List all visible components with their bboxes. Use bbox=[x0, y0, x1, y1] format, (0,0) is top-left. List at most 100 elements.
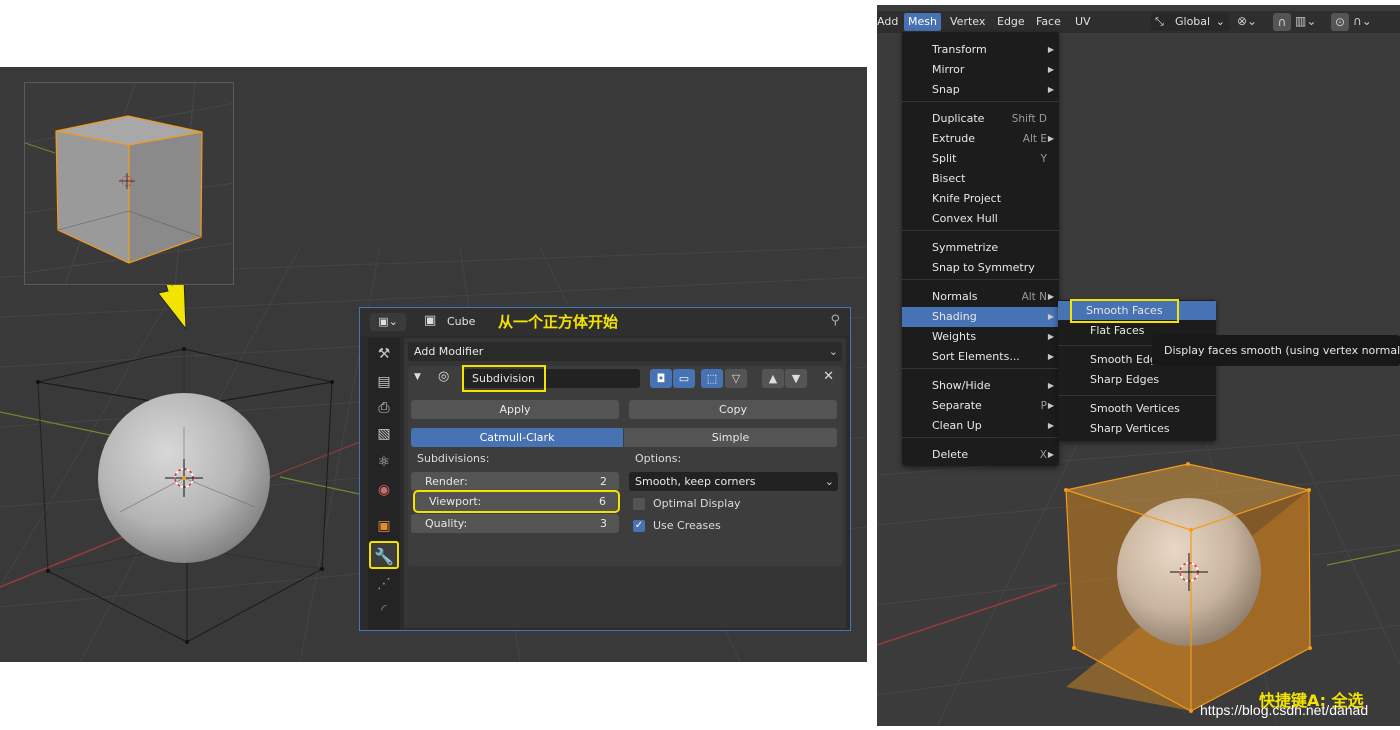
menu-vertex[interactable]: Vertex bbox=[946, 13, 989, 31]
tab-simple[interactable]: Simple bbox=[624, 428, 837, 447]
mesh-menu-item-snap-to-symmetry[interactable]: Snap to Symmetry bbox=[902, 258, 1059, 278]
smooth-faces-label: Smooth Faces bbox=[1070, 299, 1179, 323]
camera-render-icon[interactable]: ◘ bbox=[650, 369, 672, 388]
left-viewport[interactable]: ▣⌄ ▣ Cube 从一个正方体开始 ⚲ ⚒ ▤ ⎙ ▧ ⚛ ◉ ▣ 🔧 ⋰ ◜… bbox=[0, 67, 867, 662]
snap-element-icon[interactable]: ▥⌄ bbox=[1295, 14, 1316, 28]
quality-value: 3 bbox=[600, 517, 607, 530]
mesh-menu-item-mirror[interactable]: Mirror ▶ bbox=[902, 60, 1059, 80]
mesh-menu-item-snap[interactable]: Snap ▶ bbox=[902, 80, 1059, 100]
view-layer-tab-icon[interactable]: ▧ bbox=[374, 424, 394, 444]
copy-button[interactable]: Copy bbox=[629, 400, 837, 419]
properties-panel: ▣⌄ ▣ Cube 从一个正方体开始 ⚲ ⚒ ▤ ⎙ ▧ ⚛ ◉ ▣ 🔧 ⋰ ◜… bbox=[359, 307, 851, 631]
mesh-menu-item-convex-hull[interactable]: Convex Hull bbox=[902, 209, 1059, 229]
monitor-viewport-icon[interactable]: ▭ bbox=[673, 369, 695, 388]
on-cage-icon[interactable]: ▽ bbox=[725, 369, 747, 388]
cube-annotation: 从一个正方体开始 bbox=[498, 313, 619, 331]
uv-smooth-dropdown[interactable]: Smooth, keep corners ⌄ bbox=[629, 472, 838, 491]
modifier-name-field[interactable]: Subdivision bbox=[462, 365, 640, 392]
sharp-edges-item[interactable]: Sharp Edges bbox=[1058, 370, 1216, 389]
menu-mesh[interactable]: Mesh bbox=[904, 13, 941, 31]
object-tab-icon[interactable]: ▣ bbox=[374, 516, 394, 536]
add-modifier-label: Add Modifier bbox=[414, 345, 484, 358]
mesh-menu-item-extrude[interactable]: Extrude Alt E ▶ bbox=[902, 129, 1059, 149]
submenu-arrow-icon: ▶ bbox=[1047, 332, 1054, 341]
proportional-edit-icon[interactable]: ⊙ bbox=[1331, 13, 1349, 31]
uv-smooth-label: Smooth, keep corners bbox=[635, 475, 756, 488]
render-value: 2 bbox=[600, 475, 607, 488]
menu-item-label: Mirror bbox=[932, 63, 965, 76]
world-tab-icon[interactable]: ◉ bbox=[374, 480, 394, 500]
transform-orientation-dropdown[interactable]: ⤡ Global ⌄ bbox=[1151, 13, 1229, 31]
modifier-name: Subdivision bbox=[462, 365, 546, 392]
viewport-levels-field[interactable]: Viewport: 6 bbox=[413, 490, 620, 513]
tooltip: Display faces smooth (using vertex norma… bbox=[1152, 335, 1400, 366]
separator bbox=[902, 101, 1059, 102]
modifier-wrench-tab-icon[interactable]: 🔧 bbox=[369, 541, 399, 569]
editor-type-icon[interactable]: ▣⌄ bbox=[370, 313, 406, 331]
cube-preview-image bbox=[25, 83, 233, 284]
mesh-menu-item-show-hide[interactable]: Show/Hide ▶ bbox=[902, 376, 1059, 396]
move-down-icon[interactable]: ▼ bbox=[785, 369, 807, 388]
scene-tab-icon[interactable]: ⚛ bbox=[374, 452, 394, 472]
menu-add[interactable]: Add bbox=[877, 13, 902, 31]
mesh-menu-item-normals[interactable]: Normals Alt N ▶ bbox=[902, 287, 1059, 307]
edit-mode-icon[interactable]: ⬚ bbox=[701, 369, 723, 388]
quality-field[interactable]: Quality: 3 bbox=[411, 514, 619, 533]
sharp-vertices-item[interactable]: Sharp Vertices bbox=[1058, 419, 1216, 438]
render-tab-icon[interactable]: ▤ bbox=[374, 372, 394, 392]
right-viewport[interactable]: Add Mesh Vertex Edge Face UV ⤡ Global ⌄ … bbox=[877, 5, 1400, 726]
separator bbox=[902, 368, 1059, 369]
apply-button[interactable]: Apply bbox=[411, 400, 619, 419]
menu-item-label: Split bbox=[932, 152, 957, 165]
physics-tab-icon[interactable]: ◜ bbox=[374, 600, 394, 620]
use-creases-checkbox[interactable]: ✓ bbox=[633, 520, 645, 532]
collapse-triangle-icon[interactable]: ▼ bbox=[414, 372, 421, 382]
mesh-menu-item-sort-elements[interactable]: Sort Elements... ▶ bbox=[902, 347, 1059, 367]
add-modifier-dropdown[interactable]: Add Modifier ⌄ bbox=[408, 342, 842, 361]
separator bbox=[902, 279, 1059, 280]
mesh-menu-item-split[interactable]: Split Y bbox=[902, 149, 1059, 169]
modifier-type-icon: ◎ bbox=[438, 369, 450, 384]
mesh-menu-item-clean-up[interactable]: Clean Up ▶ bbox=[902, 416, 1059, 436]
menu-item-label: Knife Project bbox=[932, 192, 1002, 205]
mesh-menu-item-weights[interactable]: Weights ▶ bbox=[902, 327, 1059, 347]
pin-icon[interactable]: ⚲ bbox=[830, 313, 840, 328]
mesh-menu-item-delete[interactable]: Delete X ▶ bbox=[902, 445, 1059, 465]
mesh-menu-item-duplicate[interactable]: Duplicate Shift D bbox=[902, 109, 1059, 129]
submenu-arrow-icon: ▶ bbox=[1047, 134, 1054, 143]
optimal-display-checkbox[interactable] bbox=[633, 498, 645, 510]
smooth-vertices-item[interactable]: Smooth Vertices bbox=[1058, 399, 1216, 418]
snap-magnet-icon[interactable]: ∩ bbox=[1273, 13, 1291, 31]
menu-item-label: Clean Up bbox=[932, 419, 982, 432]
viewport-value: 6 bbox=[599, 495, 606, 508]
move-up-icon[interactable]: ▲ bbox=[762, 369, 784, 388]
menu-uv[interactable]: UV bbox=[1071, 13, 1095, 31]
mesh-menu-item-separate[interactable]: Separate P ▶ bbox=[902, 396, 1059, 416]
menu-item-label: Weights bbox=[932, 330, 977, 343]
render-levels-field[interactable]: Render: 2 bbox=[411, 472, 619, 491]
menu-edge[interactable]: Edge bbox=[993, 13, 1029, 31]
optimal-display-label: Optimal Display bbox=[653, 497, 741, 510]
mesh-menu-item-transform[interactable]: Transform ▶ bbox=[902, 40, 1059, 60]
menu-item-label: Shading bbox=[932, 310, 977, 323]
use-creases-label: Use Creases bbox=[653, 519, 721, 532]
smooth-faces-item[interactable]: Smooth Faces bbox=[1058, 299, 1216, 323]
mesh-menu-item-shading[interactable]: Shading ▶ bbox=[902, 307, 1059, 327]
separator bbox=[902, 230, 1059, 231]
close-icon[interactable]: ✕ bbox=[823, 369, 834, 384]
chevron-down-icon: ⌄ bbox=[828, 345, 838, 358]
tool-tab-icon[interactable]: ⚒ bbox=[374, 344, 394, 364]
menu-item-label: Delete bbox=[932, 448, 969, 461]
output-tab-icon[interactable]: ⎙ bbox=[374, 398, 394, 418]
tab-catmull-clark[interactable]: Catmull-Clark bbox=[411, 428, 623, 447]
chevron-down-icon: ⌄ bbox=[824, 475, 834, 488]
mesh-menu-item-bisect[interactable]: Bisect bbox=[902, 169, 1059, 189]
mesh-menu-item-knife-project[interactable]: Knife Project bbox=[902, 189, 1059, 209]
quality-label: Quality: bbox=[425, 517, 468, 530]
mesh-menu-item-symmetrize[interactable]: Symmetrize bbox=[902, 238, 1059, 258]
object-cube-icon: ▣ bbox=[424, 313, 437, 328]
pivot-point-icon[interactable]: ⊗⌄ bbox=[1237, 14, 1257, 28]
particles-tab-icon[interactable]: ⋰ bbox=[374, 574, 394, 594]
falloff-icon[interactable]: ∩⌄ bbox=[1353, 14, 1372, 28]
menu-face[interactable]: Face bbox=[1032, 13, 1065, 31]
